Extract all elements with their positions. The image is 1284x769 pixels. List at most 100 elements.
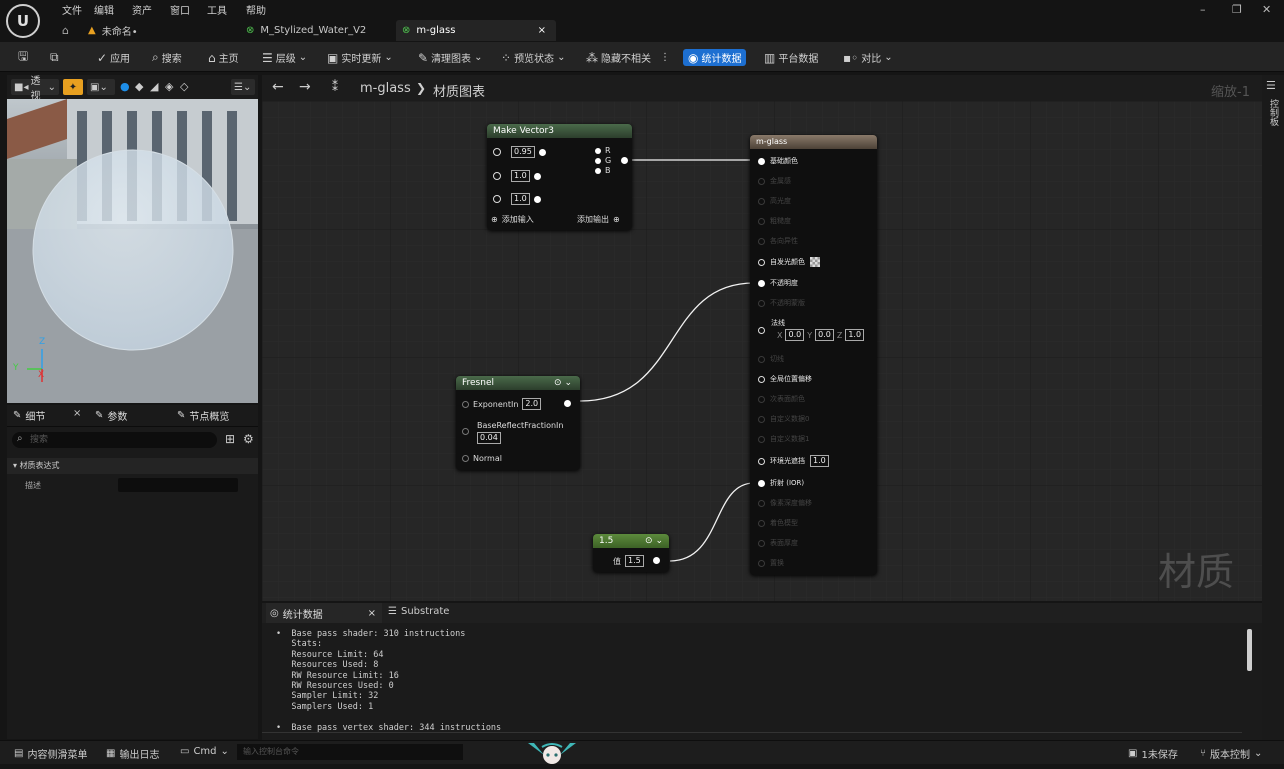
input-r[interactable]: 0.95 xyxy=(493,146,546,158)
pin-emissive[interactable]: 自发光颜色 xyxy=(758,257,820,267)
menu-tools[interactable]: 工具 xyxy=(207,2,227,17)
tab-substrate[interactable]: ☰ Substrate xyxy=(388,606,449,617)
output-log-button[interactable]: ▦ 输出日志 xyxy=(106,746,159,761)
pin-world-position-offset[interactable]: 全局位置偏移 xyxy=(758,374,812,384)
constant-node[interactable]: 1.5 ⊙ ⌄ 值 1.5 xyxy=(593,534,669,572)
home-button[interactable]: ⌂ 主页 xyxy=(208,49,239,66)
diff-button[interactable]: ▪◦ 对比 ⌄ xyxy=(843,49,893,66)
value-g[interactable]: 1.0 xyxy=(511,170,530,182)
restore-button[interactable]: ❐ xyxy=(1232,3,1242,16)
pin-normal[interactable] xyxy=(758,327,765,334)
pin-subsurface-color[interactable]: 次表面颜色 xyxy=(758,394,805,404)
make-vector3-node[interactable]: Make Vector3 0.95 1.0 1.0 R G B ⊕ 添加输入 添加… xyxy=(487,124,632,230)
tab-stats[interactable]: ◎ 统计数据 × xyxy=(266,603,382,623)
close-button[interactable]: ✕ xyxy=(1262,3,1271,16)
custom-mesh-icon[interactable]: ◇ xyxy=(180,80,188,93)
breadcrumb-root[interactable]: m-glass xyxy=(360,81,411,96)
add-output-button[interactable]: 添加输出 ⊕ xyxy=(577,214,620,225)
menu-file[interactable]: 文件 xyxy=(62,2,82,17)
exponent-value[interactable]: 2.0 xyxy=(522,398,542,410)
material-preview-viewport[interactable]: Z Y X xyxy=(7,99,258,403)
pin-ambient-occlusion[interactable]: 环境光遮挡 1.0 xyxy=(758,455,829,467)
content-drawer-button[interactable]: ▤ 内容侧滑菜单 xyxy=(14,746,87,761)
constant-value[interactable]: 1.5 xyxy=(625,555,644,567)
viewport-menu-button[interactable]: ☰⌄ xyxy=(231,79,255,95)
value-r[interactable]: 0.95 xyxy=(511,146,535,158)
menu-edit[interactable]: 编辑 xyxy=(94,2,114,17)
pin-base-color[interactable]: 基础颜色 xyxy=(758,156,798,166)
menu-help[interactable]: 帮助 xyxy=(246,2,266,17)
home-icon[interactable]: ⌂ xyxy=(62,24,69,37)
fresnel-node[interactable]: Fresnel ⊙ ⌄ ExponentIn 2.0 BaseReflectFra… xyxy=(456,376,580,470)
details-search-input[interactable]: 搜索 xyxy=(12,432,217,448)
pin-opacity[interactable]: 不透明度 xyxy=(758,278,798,288)
more-options-icon[interactable]: ⋮ xyxy=(660,52,670,63)
material-graph-canvas[interactable]: 材质 Make Vector3 0.95 1.0 1.0 R G B ⊕ 添加输入… xyxy=(262,101,1262,601)
pin-pixel-depth-offset[interactable]: 像素深度偏移 xyxy=(758,498,812,508)
pin-anisotropy[interactable]: 各向异性 xyxy=(758,236,798,246)
base-reflect-value[interactable]: 0.04 xyxy=(477,432,501,444)
pin-custom-data0[interactable]: 自定义数据0 xyxy=(758,414,809,424)
stats-scrollbar[interactable] xyxy=(1247,629,1252,671)
live-update-button[interactable]: ▣ 实时更新 ⌄ xyxy=(327,49,393,66)
pin-tangent[interactable]: 切线 xyxy=(758,354,784,364)
tab-project[interactable]: ▲ 未命名• xyxy=(82,20,232,41)
node-options-icon[interactable]: ⊙ ⌄ xyxy=(554,376,572,390)
preview-state-button[interactable]: ⁘ 预览状态 ⌄ xyxy=(501,49,565,66)
pin-shading-model[interactable]: 着色模型 xyxy=(758,518,798,528)
sphere-preview-icon[interactable]: ● xyxy=(120,80,130,93)
cmd-dropdown[interactable]: ▭ Cmd ⌄ xyxy=(180,746,229,757)
pin-roughness[interactable]: 粗糙度 xyxy=(758,216,791,226)
unreal-logo[interactable]: U xyxy=(6,4,40,38)
pin-metallic[interactable]: 金属感 xyxy=(758,176,791,186)
normal-z-value[interactable]: 1.0 xyxy=(845,329,865,341)
tab-details[interactable]: ✎ 细节 xyxy=(13,408,45,423)
output-g[interactable]: G xyxy=(595,156,629,165)
pin-surface-thickness[interactable]: 表面厚度 xyxy=(758,538,798,548)
node-options-icon[interactable]: ⊙ ⌄ xyxy=(645,534,663,548)
input-g[interactable]: 1.0 xyxy=(493,170,541,182)
gear-icon[interactable]: ⚙ xyxy=(243,432,254,446)
normal-x-value[interactable]: 0.0 xyxy=(785,329,805,341)
output-pin-icon[interactable] xyxy=(653,557,660,564)
table-view-icon[interactable]: ⊞ xyxy=(225,432,235,446)
output-r[interactable]: R xyxy=(595,146,611,155)
tab-m-glass[interactable]: ⊗ m-glass × xyxy=(396,20,556,41)
realtime-toggle[interactable]: ✦ xyxy=(63,79,83,95)
cylinder-preview-icon[interactable]: ◆ xyxy=(135,80,143,93)
source-control-button[interactable]: ⑂ 版本控制 ⌄ xyxy=(1200,746,1262,761)
perspective-dropdown[interactable]: ■◂ 透视 ⌄ xyxy=(11,76,59,102)
unsaved-indicator[interactable]: ▣ 1未保存 xyxy=(1128,746,1178,761)
pin-displacement[interactable]: 置换 xyxy=(758,558,784,568)
tab-node-overview[interactable]: ✎ 节点概览 xyxy=(177,408,229,423)
save-icon[interactable]: 🖫 xyxy=(18,49,28,66)
back-arrow-icon[interactable]: ← xyxy=(272,79,284,95)
forward-arrow-icon[interactable]: → xyxy=(299,79,311,95)
input-pin-icon[interactable] xyxy=(462,428,469,435)
hide-unrelated-button[interactable]: ⁂ 隐藏不相关 ⋮ xyxy=(586,49,670,66)
pin-refraction[interactable]: 折射 (IOR) xyxy=(758,478,804,488)
tab-details-close-icon[interactable]: × xyxy=(73,408,81,419)
palette-icon[interactable]: ☰ xyxy=(1266,79,1276,92)
description-field[interactable] xyxy=(118,478,238,492)
input-b[interactable]: 1.0 xyxy=(493,193,541,205)
input-normal[interactable]: Normal xyxy=(462,454,502,463)
input-exponent[interactable]: ExponentIn 2.0 xyxy=(462,398,542,410)
browse-icon[interactable]: ⧉ xyxy=(50,49,59,66)
stats-hscroll[interactable] xyxy=(262,732,1242,733)
menu-asset[interactable]: 资产 xyxy=(132,2,152,17)
stats-button[interactable]: ◉ 统计数据 xyxy=(683,49,747,66)
pin-opacity-mask[interactable]: 不透明蒙版 xyxy=(758,298,805,308)
pin-custom-data1[interactable]: 自定义数据1 xyxy=(758,434,809,444)
pin-specular[interactable]: 高光度 xyxy=(758,196,791,206)
minimize-button[interactable]: – xyxy=(1200,3,1206,16)
base-reflect-input[interactable]: 0.04 xyxy=(477,432,501,444)
ao-value[interactable]: 1.0 xyxy=(810,455,829,467)
cube-preview-icon[interactable]: ◈ xyxy=(165,80,173,93)
view-mode-dropdown[interactable]: ▣⌄ xyxy=(87,79,115,95)
search-button[interactable]: ⌕ 搜索 xyxy=(152,49,182,66)
checker-swatch-icon[interactable] xyxy=(810,257,820,267)
apply-button[interactable]: ✓ 应用 xyxy=(97,49,130,66)
tab-close-icon[interactable]: × xyxy=(538,25,546,36)
category-material-expression[interactable]: ▾ 材质表达式 xyxy=(7,458,258,474)
